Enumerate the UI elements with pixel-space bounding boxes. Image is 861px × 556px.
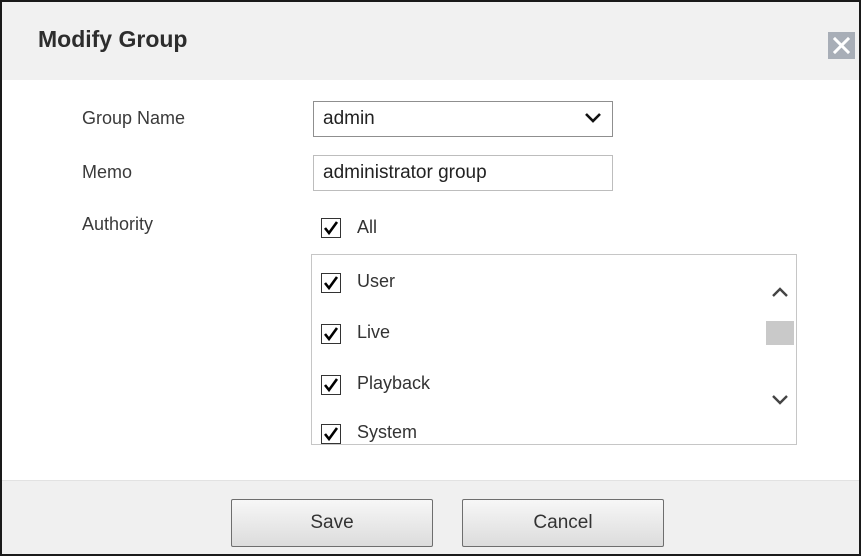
dialog-content: Group Name admin Memo administrator grou… bbox=[2, 80, 859, 480]
dialog-title-bar: Modify Group bbox=[2, 2, 859, 80]
scroll-up-icon[interactable] bbox=[770, 285, 790, 299]
live-label: Live bbox=[357, 322, 391, 342]
checkmark-icon bbox=[323, 276, 339, 291]
all-checkbox-label: All bbox=[357, 217, 378, 237]
scrollbar-thumb[interactable] bbox=[766, 321, 794, 345]
checkmark-icon bbox=[323, 327, 339, 342]
close-button[interactable] bbox=[828, 32, 855, 59]
memo-label: Memo bbox=[82, 162, 133, 182]
close-icon bbox=[833, 37, 850, 54]
scroll-down-icon[interactable] bbox=[770, 393, 790, 407]
memo-input[interactable]: administrator group bbox=[313, 155, 613, 191]
save-button[interactable]: Save bbox=[231, 499, 433, 547]
group-name-value: admin bbox=[323, 108, 375, 129]
group-name-label: Group Name bbox=[82, 108, 186, 128]
chevron-down-icon bbox=[585, 113, 601, 123]
authority-list: User Live Playback System bbox=[311, 254, 797, 445]
group-name-select[interactable]: admin bbox=[313, 101, 613, 137]
modify-group-dialog: Modify Group Group Name admin Memo admin… bbox=[0, 0, 861, 556]
all-checkbox[interactable] bbox=[321, 218, 341, 238]
dialog-title: Modify Group bbox=[38, 26, 188, 52]
live-checkbox[interactable] bbox=[321, 324, 341, 344]
system-checkbox[interactable] bbox=[321, 424, 341, 444]
user-label: User bbox=[357, 271, 396, 291]
checkmark-icon bbox=[323, 427, 339, 442]
checkmark-icon bbox=[323, 378, 339, 393]
checkmark-icon bbox=[323, 221, 339, 236]
cancel-button[interactable]: Cancel bbox=[462, 499, 664, 547]
user-checkbox[interactable] bbox=[321, 273, 341, 293]
authority-list-scrollbar[interactable] bbox=[764, 255, 796, 444]
authority-label: Authority bbox=[82, 214, 154, 234]
playback-checkbox[interactable] bbox=[321, 375, 341, 395]
playback-label: Playback bbox=[357, 373, 431, 393]
system-label: System bbox=[357, 422, 418, 442]
dialog-footer: Save Cancel bbox=[2, 480, 859, 554]
